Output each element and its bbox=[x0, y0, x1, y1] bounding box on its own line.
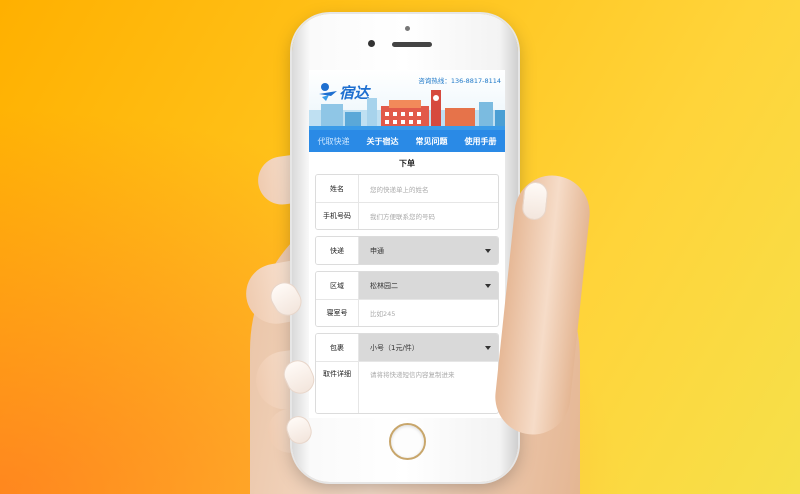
courier-label: 快递 bbox=[316, 237, 359, 264]
package-value: 小号（1元/件） bbox=[370, 343, 419, 352]
phone-speaker bbox=[392, 42, 432, 47]
area-label: 区域 bbox=[316, 272, 359, 299]
app-screen: 咨询热线：136-8817-8114 宿达 代取快递 关于宿达 常见问题 使用手… bbox=[309, 70, 505, 418]
courier-value: 申通 bbox=[370, 246, 384, 255]
nav-item-faq[interactable]: 常见问题 bbox=[407, 130, 456, 152]
area-value: 松林园二 bbox=[370, 281, 398, 290]
room-row: 寝室号 比如245 bbox=[316, 299, 498, 326]
area-select[interactable]: 松林园二 bbox=[359, 272, 498, 299]
courier-select[interactable]: 申通 bbox=[359, 237, 498, 264]
home-button[interactable] bbox=[389, 423, 426, 460]
caret-down-icon bbox=[485, 345, 491, 350]
phone-camera bbox=[368, 40, 375, 47]
phone-label: 手机号码 bbox=[316, 203, 359, 229]
caret-down-icon bbox=[485, 248, 491, 253]
name-label: 姓名 bbox=[316, 175, 359, 202]
details-textarea[interactable]: 请将将快递短信内容复制进来 bbox=[359, 362, 498, 413]
details-row: 取件详细 请将将快递短信内容复制进来 bbox=[316, 361, 498, 413]
package-select[interactable]: 小号（1元/件） bbox=[359, 334, 498, 361]
area-row: 区域 松林园二 bbox=[316, 272, 498, 299]
caret-down-icon bbox=[485, 283, 491, 288]
phone-input[interactable]: 我们方便联系您的号码 bbox=[359, 203, 498, 229]
courier-row: 快递 申通 bbox=[316, 237, 498, 264]
package-row: 包裹 小号（1元/件） bbox=[316, 334, 498, 361]
package-group: 包裹 小号（1元/件） 取件详细 请将将快递短信内容复制进来 bbox=[315, 333, 499, 414]
room-label: 寝室号 bbox=[316, 300, 359, 326]
package-label: 包裹 bbox=[316, 334, 359, 361]
nav-item-about[interactable]: 关于宿达 bbox=[358, 130, 407, 152]
form-title: 下单 bbox=[399, 159, 415, 168]
nav-item-pickup[interactable]: 代取快递 bbox=[309, 130, 358, 152]
nav-item-manual[interactable]: 使用手册 bbox=[456, 130, 505, 152]
room-input[interactable]: 比如245 bbox=[359, 300, 498, 326]
name-row: 姓名 您的快递单上的姓名 bbox=[316, 175, 498, 202]
details-label: 取件详细 bbox=[316, 362, 359, 413]
name-input[interactable]: 您的快递单上的姓名 bbox=[359, 175, 498, 202]
hotline-text: 咨询热线：136-8817-8114 bbox=[418, 77, 501, 85]
city-skyline-illustration bbox=[309, 90, 505, 130]
contact-group: 姓名 您的快递单上的姓名 手机号码 我们方便联系您的号码 bbox=[315, 174, 499, 230]
address-group: 区域 松林园二 寝室号 比如245 bbox=[315, 271, 499, 327]
phone-row: 手机号码 我们方便联系您的号码 bbox=[316, 202, 498, 229]
header-banner: 咨询热线：136-8817-8114 宿达 bbox=[309, 70, 505, 130]
main-nav: 代取快递 关于宿达 常见问题 使用手册 bbox=[309, 130, 505, 152]
courier-group: 快递 申通 bbox=[315, 236, 499, 265]
phone-sensor bbox=[405, 26, 410, 31]
